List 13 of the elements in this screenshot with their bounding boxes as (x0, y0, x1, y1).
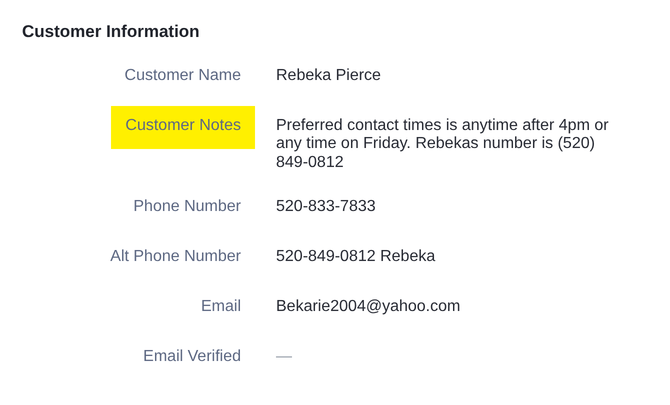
empty-value-dash: — (276, 348, 293, 367)
field-label: Email (200, 298, 241, 316)
section-title: Customer Information (22, 21, 201, 43)
field-value: 520-833-7833 (276, 198, 377, 217)
field-value: Rebeka Pierce (276, 66, 382, 86)
field-value: Bekarie2004@yahoo.com (276, 298, 462, 317)
highlighted-field-label: Customer Notes (111, 106, 255, 149)
field-label: Customer Name (124, 66, 241, 85)
field-value: Preferred contact times is anytime after 4pm or any time on Friday. Rebekas number is (520) 849-0812 (276, 116, 610, 172)
field-label: Email Verified (143, 348, 241, 366)
field-value: 520-849-0812 Rebeka (276, 248, 436, 267)
field-label: Alt Phone Number (110, 248, 241, 266)
field-label: Phone Number (133, 198, 241, 216)
